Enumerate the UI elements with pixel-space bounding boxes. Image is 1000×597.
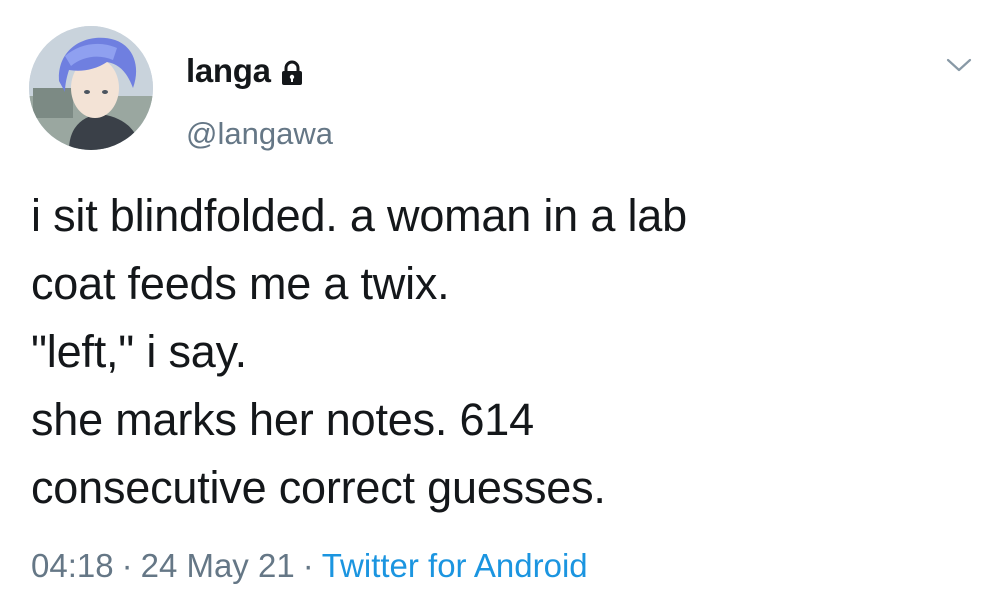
tweet-time[interactable]: 04:18 bbox=[31, 547, 114, 584]
author-handle[interactable]: @langawa bbox=[186, 116, 333, 152]
tweet-card: langa @langawa i sit blindfolded. a woma… bbox=[0, 0, 1000, 597]
tweet-text-line: coat feeds me a twix. bbox=[31, 258, 450, 309]
tweet-text: i sit blindfolded. a woman in a lab coat… bbox=[31, 182, 961, 522]
avatar-image bbox=[29, 26, 153, 150]
tweet-text-line: i sit blindfolded. a woman in a lab bbox=[31, 190, 687, 241]
tweet-source-link[interactable]: Twitter for Android bbox=[322, 547, 588, 584]
tweet-meta: 04:18 · 24 May 21 · Twitter for Android bbox=[31, 547, 588, 585]
meta-separator: · bbox=[121, 547, 133, 584]
author-name-row: langa bbox=[186, 52, 305, 90]
chevron-down-icon[interactable] bbox=[944, 54, 974, 76]
tweet-text-line: "left," i say. bbox=[31, 326, 247, 377]
tweet-date[interactable]: 24 May 21 bbox=[141, 547, 295, 584]
tweet-text-line: she marks her notes. 614 bbox=[31, 394, 534, 445]
tweet-text-line: consecutive correct guesses. bbox=[31, 462, 606, 513]
avatar[interactable] bbox=[29, 26, 153, 150]
meta-separator: · bbox=[302, 547, 314, 584]
display-name[interactable]: langa bbox=[186, 52, 271, 90]
lock-icon bbox=[279, 60, 305, 86]
